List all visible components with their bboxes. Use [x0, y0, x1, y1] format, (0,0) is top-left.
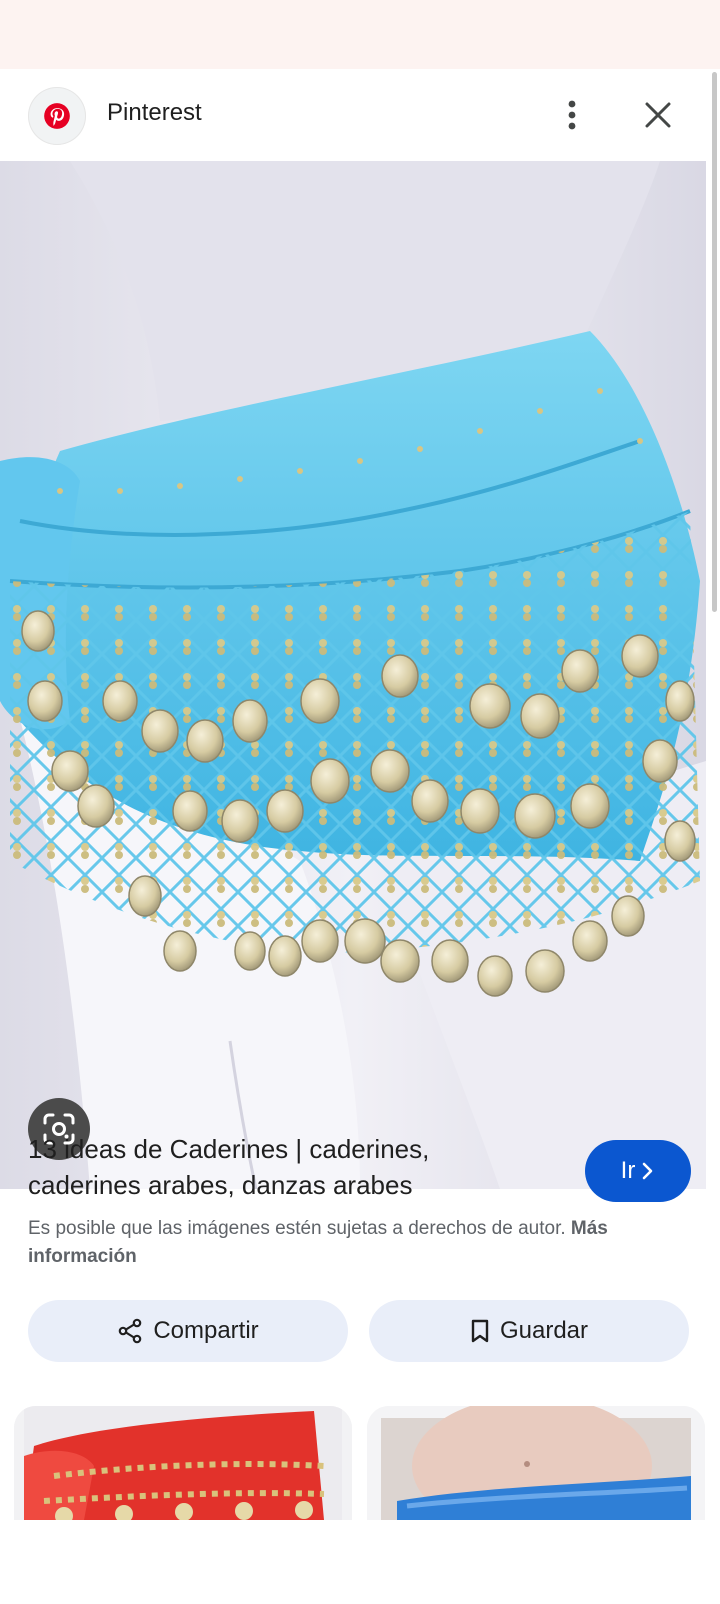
close-button[interactable]: [634, 91, 682, 139]
scrollbar-thumb[interactable]: [712, 72, 717, 612]
more-vert-icon: [568, 100, 576, 130]
share-icon: [119, 1318, 142, 1344]
top-status-strip: [0, 0, 720, 69]
go-button-label: Ir: [620, 1157, 636, 1184]
preview-image[interactable]: [0, 161, 706, 1189]
blue-scarf-thumbnail: [367, 1406, 705, 1520]
hip-scarf-photo: [0, 161, 706, 1189]
image-preview-sheet: Pinterest 13 ideas de Caderines | caderi…: [0, 69, 706, 1520]
related-image-red-scarf[interactable]: [14, 1406, 352, 1520]
bookmark-icon: [471, 1319, 489, 1343]
save-button[interactable]: Guardar: [369, 1300, 689, 1362]
copyright-notice: Es posible que las imágenes estén sujeta…: [28, 1215, 678, 1271]
share-button-label: Compartir: [153, 1317, 259, 1344]
share-button[interactable]: Compartir: [28, 1300, 348, 1362]
close-icon: [645, 102, 671, 128]
result-title[interactable]: 13 ideas de Caderines | caderines, cader…: [28, 1131, 548, 1203]
more-options-button[interactable]: [548, 91, 596, 139]
copyright-notice-text: Es posible que las imágenes estén sujeta…: [28, 1218, 566, 1239]
go-button[interactable]: Ir: [585, 1140, 691, 1202]
chevron-right-icon: [643, 1162, 653, 1180]
source-name[interactable]: Pinterest: [107, 99, 202, 127]
related-image-blue-scarf[interactable]: [367, 1406, 705, 1520]
pinterest-logo-icon: [44, 103, 70, 129]
save-button-label: Guardar: [499, 1317, 589, 1344]
red-scarf-thumbnail: [14, 1406, 352, 1520]
source-logo[interactable]: [28, 87, 86, 145]
preview-header: Pinterest: [0, 69, 706, 161]
